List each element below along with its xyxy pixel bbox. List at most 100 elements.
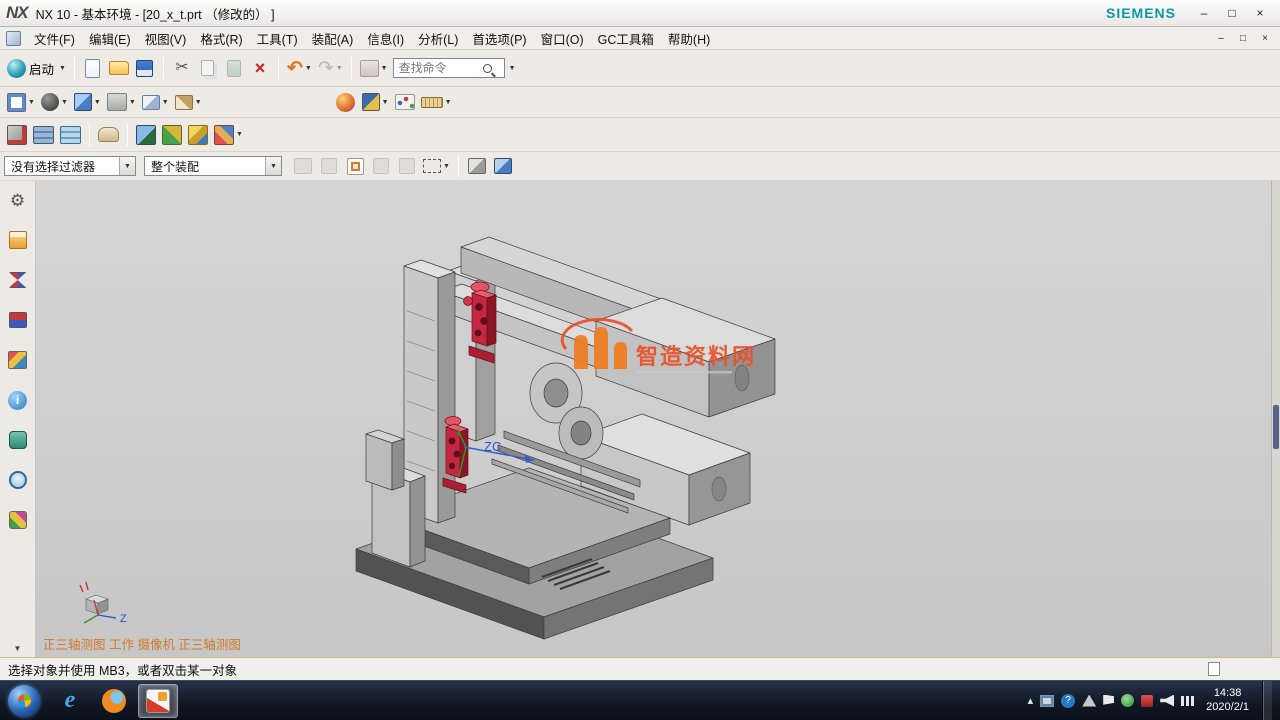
tray-safely-remove-icon[interactable] (1082, 695, 1096, 707)
search-icon[interactable] (483, 64, 492, 73)
scrollbar-thumb[interactable] (1273, 405, 1279, 449)
tray-hidden-icons-chevron[interactable]: ▴ (1028, 694, 1034, 707)
open-file-button[interactable] (106, 55, 132, 82)
child-minimize-button[interactable]: – (1210, 31, 1232, 46)
delete-button[interactable]: × (247, 55, 273, 82)
reuse-library-button[interactable] (7, 349, 29, 371)
resource-options-button[interactable]: ⚙ (7, 189, 29, 211)
command-search-input[interactable] (399, 61, 483, 75)
taskbar-nx-button[interactable] (138, 684, 178, 718)
child-restore-button[interactable]: □ (1232, 31, 1254, 46)
visual-effects-button[interactable]: ▼ (359, 89, 392, 116)
move-component-button[interactable] (133, 121, 159, 148)
true-shading-button[interactable] (333, 89, 359, 116)
tray-volume-icon[interactable] (1160, 695, 1174, 707)
close-button[interactable]: × (1246, 4, 1274, 22)
start-menu-button[interactable]: 启动 ▼ (4, 55, 69, 82)
find-component-button[interactable] (4, 121, 30, 148)
show-shaded-cube-button[interactable] (464, 153, 490, 180)
product-outline-button[interactable] (95, 121, 122, 148)
menu-file[interactable]: 文件(F) (27, 27, 82, 50)
status-page-icon[interactable] (1208, 662, 1220, 676)
menu-edit[interactable]: 编辑(E) (82, 27, 138, 50)
tray-help-icon[interactable]: ? (1061, 694, 1075, 708)
component-group-button[interactable] (30, 121, 57, 148)
snap-point-button[interactable] (392, 89, 418, 116)
work-part-cube-button[interactable] (490, 153, 516, 180)
maximize-button[interactable]: □ (1218, 4, 1246, 22)
menu-gc-toolbox[interactable]: GC工具箱 (591, 27, 661, 50)
paste-button[interactable] (221, 55, 247, 82)
taskbar-ie-button[interactable]: e (50, 684, 90, 718)
tray-network-icon[interactable] (1181, 696, 1195, 706)
save-button[interactable] (132, 55, 158, 82)
view-section-button[interactable]: ▼ (172, 89, 205, 116)
tray-antivirus-icon[interactable] (1141, 695, 1153, 707)
menu-analysis[interactable]: 分析(L) (411, 27, 465, 50)
menu-tools[interactable]: 工具(T) (250, 27, 305, 50)
part-navigator-button[interactable] (7, 309, 29, 331)
assembly-navigator-button[interactable] (7, 229, 29, 251)
delete-x-icon: × (255, 59, 266, 77)
combo-arrow-icon[interactable]: ▼ (119, 157, 135, 175)
web-browser-button[interactable]: i (7, 389, 29, 411)
assembly-sequence-button[interactable]: ▼ (211, 121, 246, 148)
previous-selection-button[interactable] (316, 153, 342, 180)
constraint-navigator-button[interactable] (7, 269, 29, 291)
nx-app-icon (146, 689, 170, 713)
graphics-viewport[interactable]: ZC 智造资料网 (36, 181, 1280, 657)
view-layout-button[interactable]: ▼ (4, 89, 38, 116)
show-desktop-button[interactable] (1262, 681, 1272, 720)
toolbar-separator (351, 57, 352, 79)
child-close-button[interactable]: × (1254, 31, 1276, 46)
taskbar-clock[interactable]: 14:38 2020/2/1 (1206, 687, 1249, 715)
cut-button[interactable]: ✂ (169, 55, 195, 82)
roles-button[interactable] (7, 509, 29, 531)
view-operation-button[interactable]: ▼ (139, 89, 172, 116)
search-dropdown-icon[interactable]: ▼ (509, 65, 516, 72)
highlight-selection-button[interactable] (368, 153, 394, 180)
redo-button[interactable]: ↷▼ (315, 55, 346, 82)
dropdown-icon: ▼ (443, 163, 450, 170)
assembly-constraints-button[interactable] (159, 121, 185, 148)
scope-combo[interactable]: 整个装配 ▼ (144, 156, 282, 176)
rendering-style-button[interactable]: ▼ (71, 89, 104, 116)
deselect-button[interactable] (394, 153, 420, 180)
combo-arrow-icon[interactable]: ▼ (265, 157, 281, 175)
system-scenes-button[interactable] (7, 469, 29, 491)
menu-window[interactable]: 窗口(O) (534, 27, 591, 50)
menu-preferences[interactable]: 首选项(P) (465, 27, 533, 50)
undo-button[interactable]: ↶▼ (284, 55, 315, 82)
menu-view[interactable]: 视图(V) (138, 27, 194, 50)
type-filter-combo[interactable]: 没有选择过滤器 ▼ (4, 156, 136, 176)
snap-enable-button[interactable] (342, 153, 368, 180)
taskbar-browser-button[interactable] (94, 684, 134, 718)
app-icon[interactable] (6, 31, 21, 46)
select-chain-button[interactable] (290, 153, 316, 180)
sidebar-collapse-icon[interactable]: ▼ (14, 644, 22, 653)
tray-monitor-icon[interactable] (1040, 695, 1054, 707)
viewport-scrollbar[interactable] (1271, 181, 1280, 657)
repeat-command-button[interactable]: ▼ (357, 55, 391, 82)
exploded-views-button[interactable] (185, 121, 211, 148)
new-file-button[interactable] (80, 55, 106, 82)
menu-assemblies[interactable]: 装配(A) (305, 27, 361, 50)
tray-update-icon[interactable] (1121, 694, 1134, 707)
marquee-style-button[interactable]: ▼ (420, 153, 453, 180)
pattern-component-button[interactable] (57, 121, 84, 148)
background-button[interactable]: ▼ (104, 89, 139, 116)
minimize-button[interactable]: – (1190, 4, 1218, 22)
measure-button[interactable]: ▼ (418, 89, 455, 116)
roles-icon (9, 511, 27, 529)
copy-button[interactable] (195, 55, 221, 82)
dropdown-icon: ▼ (445, 99, 452, 106)
menu-format[interactable]: 格式(R) (193, 27, 249, 50)
start-button[interactable] (8, 685, 40, 717)
machine-model[interactable]: ZC 智造资料网 (36, 181, 1280, 657)
history-palette-button[interactable] (7, 429, 29, 451)
menu-help[interactable]: 帮助(H) (661, 27, 717, 50)
tray-flag-icon[interactable] (1103, 695, 1114, 707)
menu-information[interactable]: 信息(I) (360, 27, 411, 50)
title-bar[interactable]: NX NX 10 - 基本环境 - [20_x_t.prt （修改的） ] SI… (0, 0, 1280, 27)
orient-view-button[interactable]: ▼ (38, 89, 71, 116)
